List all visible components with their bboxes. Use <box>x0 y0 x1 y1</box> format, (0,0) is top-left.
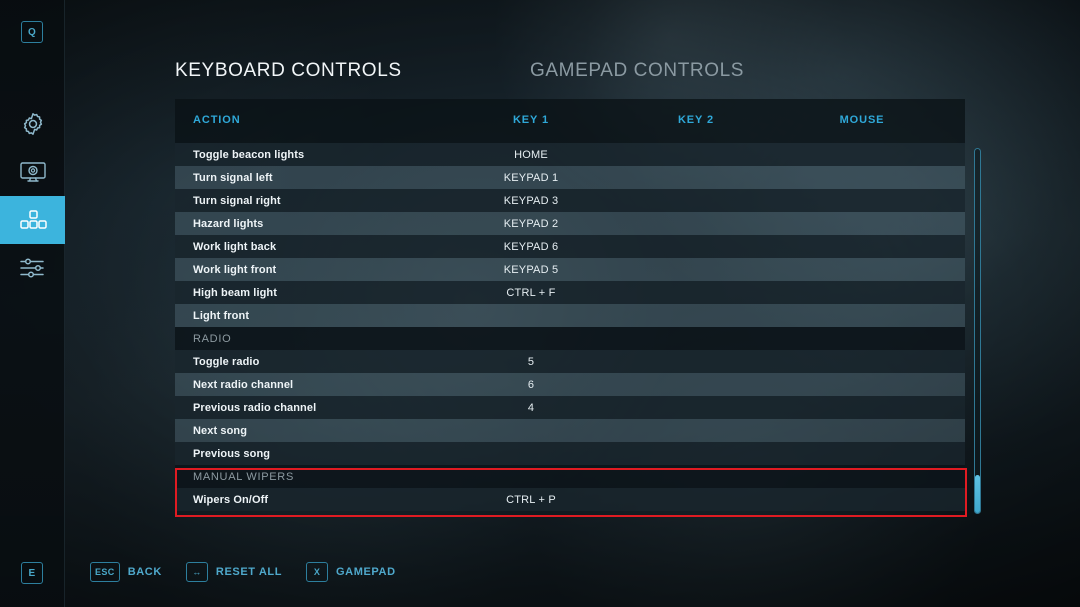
key1-value[interactable]: KEYPAD 1 <box>476 172 586 184</box>
key1-value[interactable]: CTRL + P <box>476 494 586 506</box>
bottom-hint-bar: ESC BACK ↔ RESET ALL X GAMEPAD <box>90 562 396 582</box>
table-row[interactable]: Previous radio channel 4 <box>175 396 965 419</box>
section-label: MANUAL WIPERS <box>193 470 294 483</box>
table-row[interactable]: Previous song <box>175 442 965 465</box>
controls-settings-screen: Q E KEYBOARD CONTROLS GAMEPAD CONTROLS A… <box>0 0 1080 607</box>
action-label: Light front <box>193 309 250 322</box>
table-section-header: RADIO <box>175 327 965 350</box>
table-row[interactable]: Toggle radio 5 <box>175 350 965 373</box>
action-label: Next song <box>193 424 248 437</box>
column-header-key2: KEY 2 <box>677 114 715 126</box>
monitor-gear-icon <box>19 160 47 184</box>
action-label: Turn signal left <box>193 171 273 184</box>
hint-label: RESET ALL <box>215 566 283 578</box>
action-label: High beam light <box>193 286 277 299</box>
table-row[interactable]: Next song <box>175 419 965 442</box>
table-row[interactable]: Toggle beacon lights HOME <box>175 143 965 166</box>
column-header-mouse: MOUSE <box>839 114 885 126</box>
next-tab-key-badge[interactable]: E <box>21 562 43 584</box>
action-label: Turn signal right <box>193 194 281 207</box>
section-label: RADIO <box>193 332 232 345</box>
hint-gamepad[interactable]: X GAMEPAD <box>306 562 396 582</box>
key1-value[interactable]: KEYPAD 6 <box>476 241 586 253</box>
gear-icon <box>20 111 46 137</box>
table-row[interactable]: Work light front KEYPAD 5 <box>175 258 965 281</box>
prev-tab-key-badge[interactable]: Q <box>21 21 43 43</box>
action-label: Next radio channel <box>193 378 294 391</box>
hint-label: GAMEPAD <box>336 566 396 578</box>
scrollbar-thumb[interactable] <box>975 475 980 513</box>
sliders-icon <box>19 257 47 279</box>
action-label: Toggle radio <box>193 355 260 368</box>
key1-value[interactable]: 5 <box>476 356 586 368</box>
key1-value[interactable]: CTRL + F <box>476 287 586 299</box>
hint-key-badge: ESC <box>90 562 120 582</box>
sidebar-item-graphics-settings[interactable] <box>0 148 65 196</box>
sidebar-nav <box>0 100 65 292</box>
action-label: Toggle beacon lights <box>193 148 305 161</box>
sidebar-item-controls-settings[interactable] <box>0 196 65 244</box>
column-header-key1: KEY 1 <box>512 114 550 126</box>
action-label: Work light back <box>193 240 277 253</box>
key1-value[interactable]: KEYPAD 2 <box>476 218 586 230</box>
table-header-row: ACTION KEY 1 KEY 2 MOUSE <box>175 99 965 143</box>
action-label: Previous radio channel <box>193 401 317 414</box>
hint-label: BACK <box>127 566 162 578</box>
key1-value[interactable]: KEYPAD 5 <box>476 264 586 276</box>
key1-value[interactable]: HOME <box>476 149 586 161</box>
table-row[interactable]: Wipers On/Off CTRL + P <box>175 488 965 511</box>
key1-value[interactable]: 4 <box>476 402 586 414</box>
key1-value[interactable]: 6 <box>476 379 586 391</box>
controls-table: ACTION KEY 1 KEY 2 MOUSE Toggle beacon l… <box>175 99 967 519</box>
left-sidebar: Q E <box>0 0 65 607</box>
controls-grid-icon <box>19 209 47 231</box>
column-header-action: ACTION <box>193 114 241 126</box>
hint-key-badge: X <box>306 562 329 582</box>
table-row[interactable]: Turn signal left KEYPAD 1 <box>175 166 965 189</box>
tab-keyboard-controls[interactable]: KEYBOARD CONTROLS <box>175 60 530 82</box>
key1-value[interactable]: KEYPAD 3 <box>476 195 586 207</box>
table-row[interactable]: Turn signal right KEYPAD 3 <box>175 189 965 212</box>
sidebar-item-game-settings[interactable] <box>0 244 65 292</box>
action-label: Hazard lights <box>193 217 264 230</box>
hint-reset-all[interactable]: ↔ RESET ALL <box>185 562 283 582</box>
table-section-header: MANUAL WIPERS <box>175 465 965 488</box>
table-row[interactable]: Light front <box>175 304 965 327</box>
left-right-arrow-icon: ↔ <box>185 562 208 582</box>
table-row[interactable]: Work light back KEYPAD 6 <box>175 235 965 258</box>
table-row[interactable]: Hazard lights KEYPAD 2 <box>175 212 965 235</box>
table-body: Toggle beacon lights HOME Turn signal left… <box>175 143 965 511</box>
action-label: Work light front <box>193 263 277 276</box>
tab-gamepad-controls[interactable]: GAMEPAD CONTROLS <box>530 60 744 82</box>
table-scrollbar[interactable] <box>974 148 981 514</box>
sidebar-item-general-settings[interactable] <box>0 100 65 148</box>
table-row[interactable]: High beam light CTRL + F <box>175 281 965 304</box>
action-label: Wipers On/Off <box>193 493 269 506</box>
controls-tabs: KEYBOARD CONTROLS GAMEPAD CONTROLS <box>175 60 744 82</box>
hint-back[interactable]: ESC BACK <box>90 562 162 582</box>
action-label: Previous song <box>193 447 271 460</box>
table-row[interactable]: Next radio channel 6 <box>175 373 965 396</box>
